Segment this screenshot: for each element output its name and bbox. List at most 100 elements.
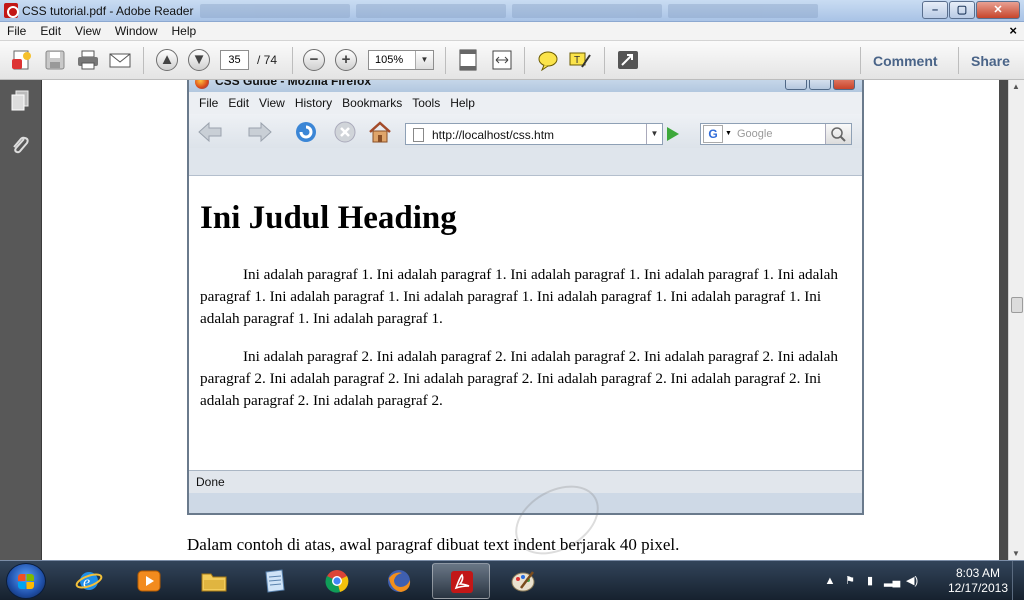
next-page-icon[interactable]: ▼ <box>188 49 210 71</box>
system-tray: ▲ ⚑ ▮ ▂▄ ◀) 8:03 AM 12/17/2013 <box>814 561 1024 600</box>
toolbar: ▲ ▼ 35 / 74 − + 105% ▼ T Comment Share <box>0 41 1024 80</box>
firefox-title-bar: CSS Guide - Mozilla Firefox <box>189 80 862 92</box>
window-title: CSS tutorial.pdf - Adobe Reader <box>22 4 194 18</box>
window-controls: – ▢ ✕ <box>921 1 1020 19</box>
scroll-up-icon[interactable]: ▲ <box>1012 82 1020 91</box>
firefox-bookmarks-bar <box>189 148 862 176</box>
taskbar-media-player[interactable] <box>120 563 178 599</box>
show-desktop-button[interactable] <box>1012 561 1024 600</box>
email-icon[interactable] <box>108 49 132 71</box>
show-hidden-icons-icon[interactable]: ▲ <box>824 575 836 587</box>
zoom-out-icon[interactable]: − <box>303 49 325 71</box>
pdf-page: CSS Guide - Mozilla Firefox File Edit View… <box>42 80 999 560</box>
navigation-pane <box>0 80 42 560</box>
taskbar-notepad[interactable] <box>245 563 303 599</box>
toolbar-separator <box>604 47 605 74</box>
firefox-page-content: Ini Judul Heading Ini adalah paragraf 1.… <box>189 176 862 470</box>
page-icon <box>413 128 424 142</box>
clock[interactable]: 8:03 AM 12/17/2013 <box>948 566 1008 596</box>
firefox-close-icon <box>833 80 855 90</box>
minimize-button[interactable]: – <box>922 1 948 19</box>
scrollbar-thumb[interactable] <box>1011 297 1023 313</box>
back-icon <box>198 121 222 143</box>
menu-window[interactable]: Window <box>108 22 165 38</box>
highlight-text-icon[interactable]: T <box>568 49 592 71</box>
menu-bar: File Edit View Window Help × <box>0 22 1024 41</box>
search-engine-dropdown-icon: ▼ <box>725 130 732 137</box>
firefox-search-placeholder: Google <box>737 128 773 140</box>
firefox-window-title: CSS Guide - Mozilla Firefox <box>215 80 372 88</box>
menu-view[interactable]: View <box>68 22 108 38</box>
share-button[interactable]: Share <box>971 53 1010 69</box>
menu-edit[interactable]: Edit <box>33 22 68 38</box>
toolbar-separator <box>524 47 525 74</box>
home-icon <box>369 121 391 143</box>
page-thumbnails-icon[interactable] <box>10 90 30 112</box>
chevron-down-icon[interactable]: ▼ <box>415 51 433 69</box>
stop-icon <box>334 121 356 143</box>
device-icon[interactable]: ▮ <box>864 575 876 587</box>
toolbar-separator <box>143 47 144 74</box>
print-icon[interactable] <box>76 49 100 71</box>
taskbar-firefox[interactable] <box>370 563 428 599</box>
volume-icon[interactable]: ◀) <box>906 575 918 587</box>
vertical-scrollbar[interactable]: ▲ ▼ <box>1008 80 1024 560</box>
taskbar-chrome[interactable] <box>308 563 366 599</box>
firefox-menu-view: View <box>259 96 285 110</box>
toolbar-separator <box>958 47 959 74</box>
sticky-note-icon[interactable] <box>536 49 560 71</box>
reload-icon <box>296 122 316 142</box>
maximize-button[interactable]: ▢ <box>949 1 975 19</box>
title-bar: CSS tutorial.pdf - Adobe Reader – ▢ ✕ <box>0 0 1024 22</box>
taskbar-internet-explorer[interactable]: e <box>60 563 118 599</box>
media-player-icon <box>137 570 161 592</box>
windows-logo-icon <box>18 574 34 589</box>
taskbar-adobe-reader[interactable] <box>432 563 490 599</box>
page-total: / 74 <box>257 53 278 67</box>
close-document-icon[interactable]: × <box>1009 23 1017 38</box>
search-icon <box>825 124 851 144</box>
firefox-search-box: G ▼ Google <box>700 123 852 145</box>
firefox-menu-history: History <box>294 96 333 110</box>
firefox-menu-bookmarks: Bookmarks <box>342 96 403 110</box>
fit-page-icon[interactable] <box>456 49 480 71</box>
create-pdf-icon[interactable] <box>10 49 34 71</box>
firefox-icon <box>388 570 411 592</box>
network-signal-icon[interactable]: ▂▄ <box>884 575 900 587</box>
background-window-titles <box>200 4 818 18</box>
action-center-flag-icon[interactable]: ⚑ <box>844 575 856 587</box>
url-dropdown-icon: ▼ <box>646 124 662 144</box>
adobe-reader-app-icon <box>4 3 19 18</box>
fit-width-icon[interactable] <box>490 49 514 71</box>
zoom-select[interactable]: 105% ▼ <box>368 50 434 70</box>
close-button[interactable]: ✕ <box>976 1 1020 19</box>
paragraph-1: Ini adalah paragraf 1. Ini adalah paragr… <box>200 266 838 327</box>
firefox-menu-edit: Edit <box>228 96 250 110</box>
expand-icon[interactable] <box>616 49 640 71</box>
taskbar-paint[interactable] <box>494 563 552 599</box>
menu-help[interactable]: Help <box>165 22 204 38</box>
menu-file[interactable]: File <box>0 22 33 38</box>
firefox-status-bar: Done <box>189 470 862 493</box>
go-icon <box>667 127 679 141</box>
paint-icon <box>511 571 535 592</box>
page-heading: Ini Judul Heading <box>200 200 457 236</box>
paragraph-2: Ini adalah paragraf 2. Ini adalah paragr… <box>200 348 838 409</box>
toolbar-separator <box>860 47 861 74</box>
toolbar-separator <box>445 47 446 74</box>
comment-button[interactable]: Comment <box>873 53 938 69</box>
file-explorer-icon <box>201 573 227 592</box>
attachments-icon[interactable] <box>10 134 30 156</box>
scroll-down-icon[interactable]: ▼ <box>1012 549 1020 558</box>
firefox-menu-bar: File Edit View History Bookmarks Tools Help <box>189 92 862 114</box>
save-icon[interactable] <box>43 49 67 71</box>
document-body-text: Dalam contoh di atas, awal paragraf dibu… <box>187 535 680 554</box>
previous-page-icon[interactable]: ▲ <box>156 49 178 71</box>
firefox-url-bar: http://localhost/css.htm ▼ <box>405 123 663 145</box>
page-number-input[interactable]: 35 <box>220 50 249 70</box>
firefox-status-text: Done <box>196 475 225 489</box>
zoom-in-icon[interactable]: + <box>335 49 357 71</box>
firefox-menu-tools: Tools <box>412 96 441 110</box>
start-button[interactable] <box>6 563 46 599</box>
taskbar-file-explorer[interactable] <box>185 563 243 599</box>
